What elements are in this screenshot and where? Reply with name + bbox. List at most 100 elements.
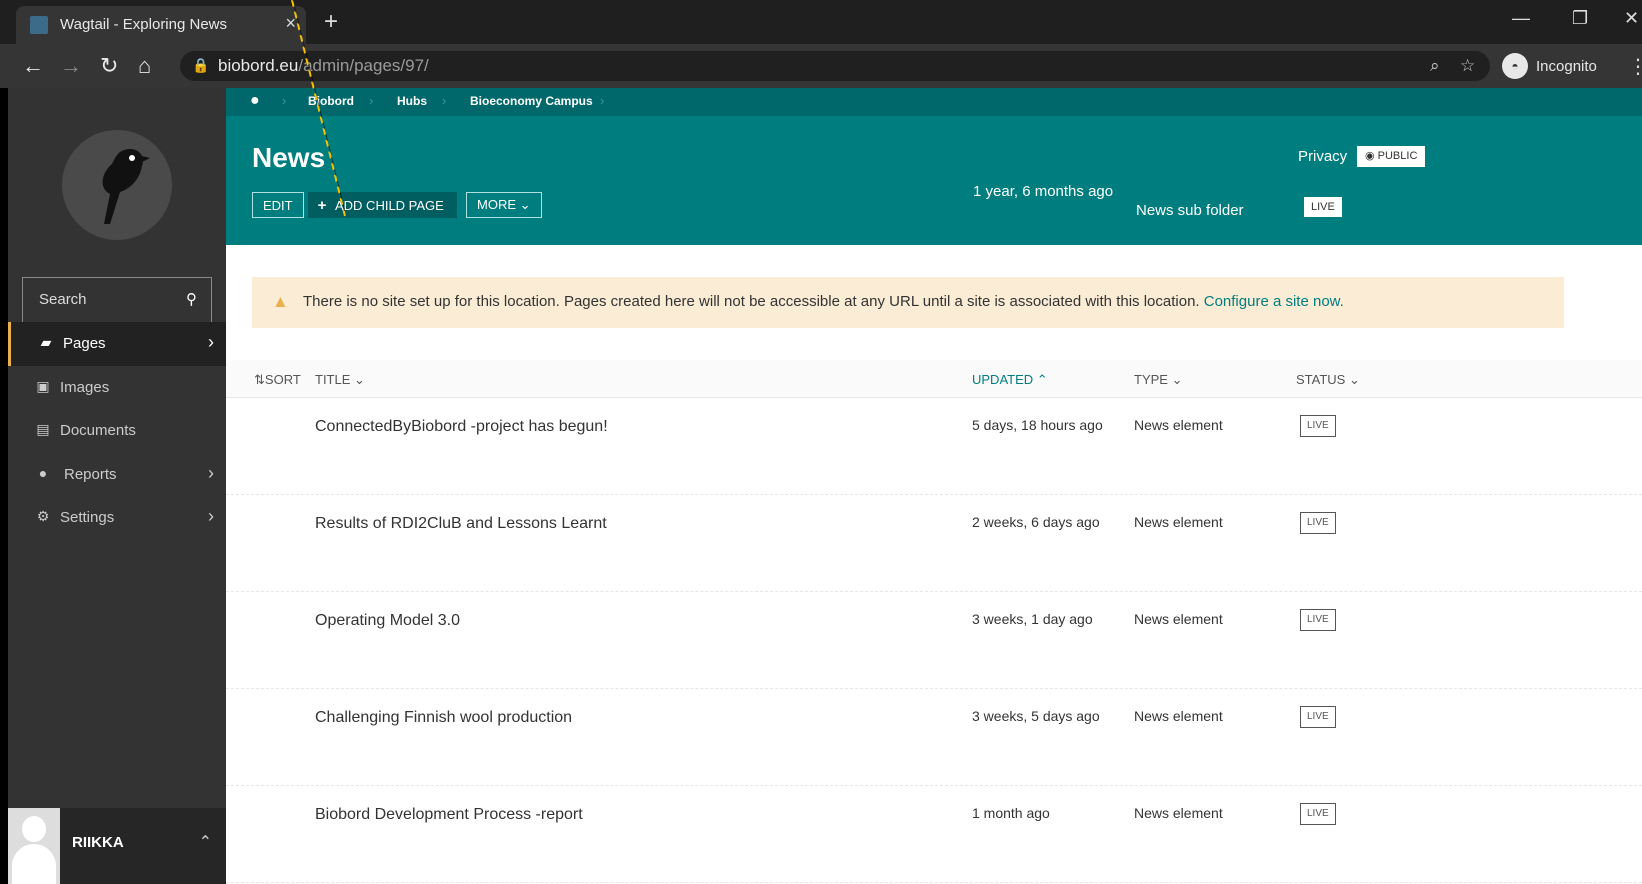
breadcrumb-item[interactable]: Biobord [308, 94, 354, 108]
chevron-right-icon: › [208, 463, 214, 483]
row-updated: 1 month ago [972, 805, 1050, 821]
search-label: Search [39, 291, 87, 308]
sidebar-item-label: Documents [60, 422, 136, 439]
back-arrow-icon[interactable]: ← [22, 53, 44, 79]
sidebar-item-label: Images [60, 379, 110, 396]
sidebar-item-pages[interactable]: ▰ Pages › [8, 322, 226, 366]
table-row[interactable]: Biobord Development Process -report 1 mo… [226, 786, 1642, 883]
profile-label: Incognito [1536, 57, 1597, 75]
reload-icon[interactable]: ↻ [100, 53, 118, 79]
wagtail-logo[interactable] [62, 130, 172, 240]
row-title[interactable]: ConnectedByBiobord -project has begun! [315, 418, 608, 436]
forward-arrow-icon[interactable]: → [60, 53, 82, 79]
breadcrumb-item[interactable]: Bioeconomy Campus [470, 94, 593, 108]
sidebar-item-settings[interactable]: ⚙ Settings › [8, 496, 226, 540]
avatar-body [12, 844, 56, 884]
row-title[interactable]: Biobord Development Process -report [315, 806, 583, 824]
status-badge[interactable]: LIVE [1304, 197, 1342, 217]
folder-icon: ▰ [40, 334, 52, 350]
sidebar-item-label: Reports [64, 466, 117, 483]
page-updated: 1 year, 6 months ago [973, 183, 1114, 200]
status-badge[interactable]: LIVE [1300, 706, 1336, 728]
browser-menu-icon[interactable]: ⋮ [1628, 54, 1642, 79]
chevron-up-icon[interactable]: ⌃ [199, 832, 212, 852]
sort-icon: ⇅ [254, 372, 265, 387]
status-badge[interactable]: LIVE [1300, 609, 1336, 631]
row-title[interactable]: Results of RDI2CluB and Lessons Learnt [315, 515, 607, 533]
row-title[interactable]: Challenging Finnish wool production [315, 709, 572, 727]
sidebar-item-reports[interactable]: ● Reports › [8, 453, 226, 497]
privacy-value: PUBLIC [1377, 150, 1418, 162]
status-badge[interactable]: LIVE [1300, 415, 1336, 437]
row-type: News element [1134, 417, 1223, 433]
star-icon[interactable]: ☆ [1460, 56, 1475, 76]
eye-icon: ◉ [1365, 150, 1378, 162]
sidebar-item-images[interactable]: ▣ Images [8, 366, 226, 410]
column-title[interactable]: TITLE ⌄ [315, 372, 365, 388]
home-icon[interactable]: ⌂ [138, 53, 151, 79]
incognito-icon: ◓ [1502, 53, 1528, 79]
home-globe-icon[interactable]: ● [250, 92, 260, 110]
table-row[interactable]: Results of RDI2CluB and Lessons Learnt 2… [226, 495, 1642, 592]
url-text: biobord.eu/admin/pages/97/ [218, 56, 429, 75]
incognito-indicator[interactable]: ◓ Incognito [1502, 52, 1597, 80]
status-badge[interactable]: LIVE [1300, 803, 1336, 825]
restore-icon[interactable]: ❐ [1572, 8, 1588, 29]
breadcrumb-separator-icon: › [442, 93, 447, 108]
add-child-page-button[interactable]: + ADD CHILD PAGE [308, 192, 457, 218]
privacy-button[interactable]: ◉ PUBLIC [1357, 146, 1426, 167]
search-icon[interactable]: ⚲ [186, 290, 197, 308]
row-title[interactable]: Operating Model 3.0 [315, 612, 460, 630]
edit-button[interactable]: EDIT [252, 192, 304, 218]
new-tab-icon[interactable]: + [324, 8, 338, 36]
address-bar[interactable]: 🔒 biobord.eu/admin/pages/97/ ⌕ ☆ [180, 51, 1490, 81]
account-menu[interactable]: RIIKKA ⌃ [8, 808, 226, 884]
sidebar: Search ⚲ ▰ Pages › ▣ Images ▤ Documents … [8, 88, 226, 884]
row-type: News element [1134, 611, 1223, 627]
table-row[interactable]: ConnectedByBiobord -project has begun! 5… [226, 398, 1642, 495]
configure-site-link[interactable]: Configure a site now. [1204, 293, 1344, 310]
site-warning: ▲ There is no site set up for this locat… [252, 277, 1564, 328]
warning-text: There is no site set up for this locatio… [303, 293, 1344, 310]
table-row[interactable]: Challenging Finnish wool production 3 we… [226, 689, 1642, 786]
wagtail-admin: Search ⚲ ▰ Pages › ▣ Images ▤ Documents … [8, 88, 1642, 884]
sidebar-item-documents[interactable]: ▤ Documents [8, 409, 226, 453]
row-updated: 5 days, 18 hours ago [972, 417, 1103, 433]
zoom-icon[interactable]: ⌕ [1430, 56, 1440, 76]
column-status[interactable]: STATUS ⌄ [1296, 372, 1360, 388]
row-updated: 2 weeks, 6 days ago [972, 514, 1100, 530]
lock-icon: 🔒 [192, 57, 210, 73]
breadcrumb-item[interactable]: Hubs [397, 94, 427, 108]
plus-icon: + [317, 196, 327, 214]
tab-close-icon[interactable]: × [285, 13, 296, 34]
window-close-icon[interactable]: ✕ [1624, 8, 1639, 29]
avatar [8, 808, 60, 884]
browser-toolbar: ← → ↻ ⌂ 🔒 biobord.eu/admin/pages/97/ ⌕ ☆… [0, 44, 1642, 88]
add-child-page-label: ADD CHILD PAGE [335, 197, 444, 213]
row-type: News element [1134, 708, 1223, 724]
row-updated: 3 weeks, 1 day ago [972, 611, 1093, 627]
column-type[interactable]: TYPE ⌄ [1134, 372, 1182, 388]
tab-title: Wagtail - Exploring News [60, 16, 227, 33]
breadcrumb-separator-icon: › [600, 93, 605, 108]
sort-button[interactable]: ⇅SORT [254, 372, 301, 388]
wagtail-favicon-icon [30, 16, 48, 34]
column-updated[interactable]: UPDATED ⌃ [972, 372, 1048, 388]
status-badge[interactable]: LIVE [1300, 512, 1336, 534]
warning-icon: ▲ [272, 292, 289, 311]
chevron-right-icon: › [208, 506, 214, 526]
browser-tab[interactable]: Wagtail - Exploring News × [16, 6, 306, 44]
wagtail-bird-icon [102, 148, 150, 224]
chevron-right-icon: › [208, 332, 214, 352]
avatar-head [22, 816, 46, 842]
minimize-icon[interactable]: — [1512, 8, 1530, 29]
table-row[interactable]: Operating Model 3.0 3 weeks, 1 day ago N… [226, 592, 1642, 689]
globe-icon: ● [38, 465, 48, 481]
browser-tab-bar: Wagtail - Exploring News × + — ❐ ✕ [0, 0, 1642, 44]
more-dropdown-button[interactable]: MORE ⌄ [466, 192, 542, 218]
page-title: News [252, 142, 326, 173]
image-icon: ▣ [36, 378, 50, 394]
main-content: ● › Biobord › Hubs › Bioeconomy Campus ›… [226, 88, 1642, 884]
search-field[interactable]: Search ⚲ [22, 277, 212, 323]
breadcrumb: ● › Biobord › Hubs › Bioeconomy Campus › [226, 88, 1642, 116]
